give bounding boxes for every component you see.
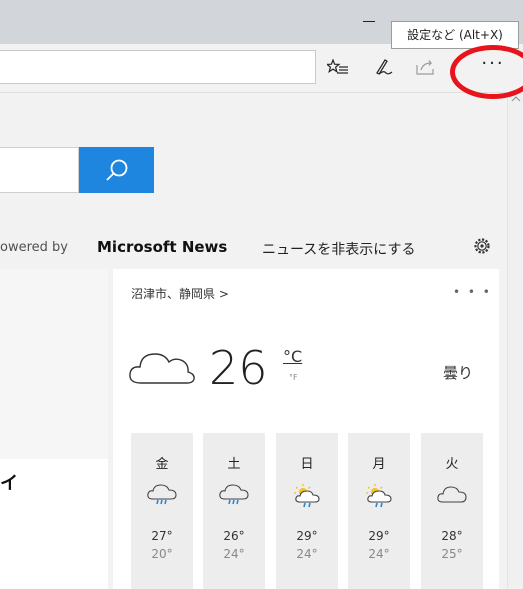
search-button[interactable] <box>79 147 154 193</box>
sun-cloud-rain-icon <box>294 484 320 508</box>
favorites-button[interactable] <box>319 50 357 84</box>
weather-location-link[interactable]: 沼津市、静岡県 > <box>131 285 229 302</box>
news-card[interactable]: イ <box>0 269 108 589</box>
search-input[interactable] <box>0 147 79 193</box>
day-name: 火 <box>445 457 459 472</box>
weather-more-icon[interactable]: • • • <box>453 285 492 299</box>
day-low: 24° <box>223 547 245 561</box>
day-low: 25° <box>441 547 463 561</box>
search-icon <box>105 159 127 181</box>
new-tab-page: owered by Microsoft News ニュースを非表示にする イ 沼… <box>0 92 507 589</box>
cloud-icon <box>129 353 195 384</box>
day-low: 24° <box>368 547 390 561</box>
day-low: 20° <box>151 547 173 561</box>
favorites-icon <box>327 59 348 74</box>
day-high: 27° <box>151 529 173 543</box>
fahrenheit-toggle[interactable]: °F <box>289 373 298 382</box>
day-high: 29° <box>296 529 318 543</box>
web-notes-button[interactable] <box>365 50 403 84</box>
day-name: 月 <box>372 457 386 472</box>
microsoft-news-label: Microsoft News <box>97 238 228 256</box>
day-name: 日 <box>300 457 314 472</box>
forecast: 金 27° 20° 土 26° 24° 日 29° 24° 月 29° 24° … <box>131 433 483 589</box>
share-button[interactable] <box>407 50 445 84</box>
share-icon <box>416 60 434 75</box>
day-high: 26° <box>223 529 245 543</box>
news-header: owered by Microsoft News ニュースを非表示にする <box>0 237 507 261</box>
pen-icon <box>376 59 393 75</box>
forecast-day[interactable]: 日 29° 24° <box>276 433 338 589</box>
forecast-day[interactable]: 金 27° 20° <box>131 433 193 589</box>
day-name: 金 <box>155 457 169 472</box>
weather-condition: 曇り <box>443 364 474 382</box>
weather-card[interactable]: 沼津市、静岡県 > • • • 26 °C °F 曇り 金 27° 20° 土 <box>113 269 499 589</box>
minimize-button[interactable] <box>356 10 382 34</box>
vertical-scrollbar[interactable] <box>507 92 523 588</box>
day-name: 土 <box>227 457 241 472</box>
sun-cloud-rain-icon <box>366 484 392 508</box>
forecast-day[interactable]: 火 28° 25° <box>421 433 483 589</box>
forecast-day[interactable]: 土 26° 24° <box>203 433 265 589</box>
day-low: 24° <box>296 547 318 561</box>
cloud-rain-icon <box>147 484 177 505</box>
forecast-day[interactable]: 月 29° 24° <box>348 433 410 589</box>
day-high: 29° <box>368 529 390 543</box>
news-card-image <box>0 269 108 459</box>
cloud-rain-icon <box>219 484 249 505</box>
current-temperature: 26 <box>209 341 268 395</box>
powered-by-label: owered by <box>0 240 68 255</box>
celsius-toggle[interactable]: °C <box>283 347 302 366</box>
address-bar[interactable] <box>0 50 316 84</box>
news-card-headline: イ <box>0 473 18 494</box>
gear-icon[interactable] <box>473 237 491 255</box>
toolbar: ··· <box>0 44 523 92</box>
hide-news-link[interactable]: ニュースを非表示にする <box>262 239 415 259</box>
cloud-icon <box>437 486 467 503</box>
day-high: 28° <box>441 529 463 543</box>
